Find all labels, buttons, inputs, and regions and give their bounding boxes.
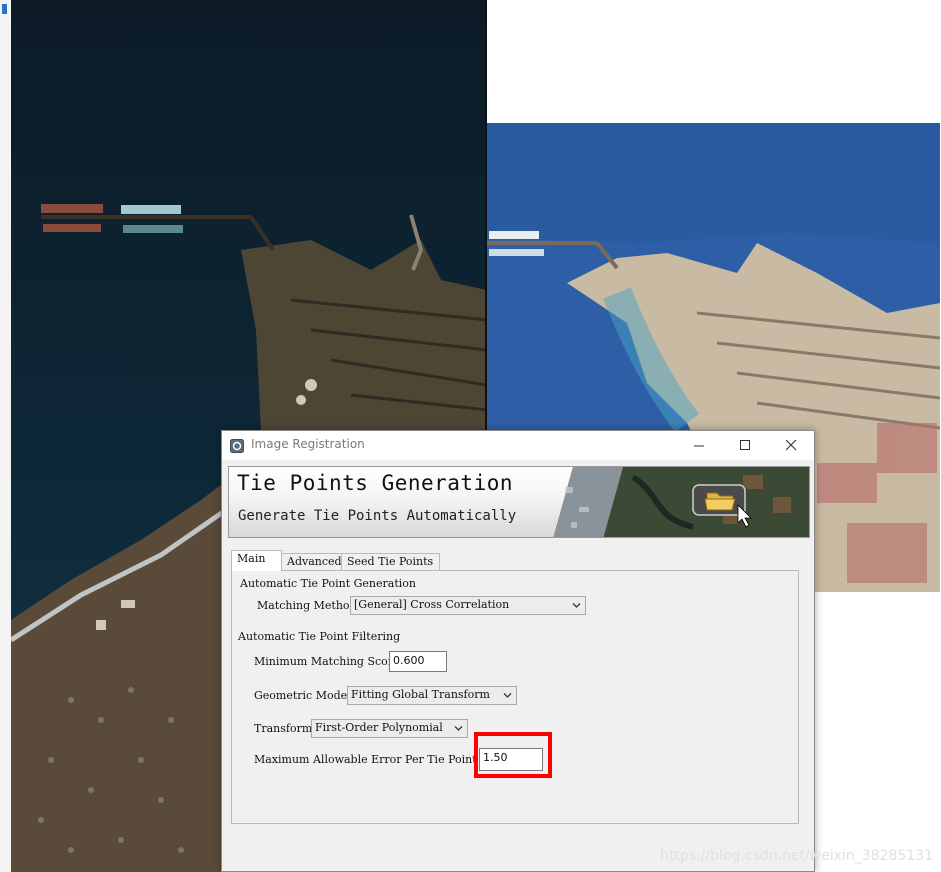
banner-map-thumbnail [553, 467, 809, 537]
max-error-label: Maximum Allowable Error Per Tie Point [254, 753, 477, 766]
app-icon [230, 438, 244, 453]
maximize-icon [739, 440, 750, 450]
close-icon [785, 440, 796, 451]
watermark: https://blog.csdn.net/weixin_38285131 [659, 848, 933, 864]
transform-value: First-Order Polynomial [315, 721, 443, 734]
chevron-down-icon [503, 693, 512, 698]
min-matching-score-input[interactable]: 0.600 [389, 651, 447, 672]
geometric-model-select[interactable]: Fitting Global Transform [347, 686, 517, 705]
main-tab-panel: Automatic Tie Point Generation Matching … [231, 570, 799, 824]
matching-method-label: Matching Method [257, 599, 357, 612]
minimize-icon [693, 445, 704, 447]
chevron-down-icon [454, 726, 463, 731]
geometric-model-value: Fitting Global Transform [351, 688, 490, 701]
maximize-button[interactable] [722, 431, 768, 460]
matching-method-select[interactable]: [General] Cross Correlation [350, 596, 586, 615]
minimize-button[interactable] [676, 431, 722, 460]
chevron-down-icon [572, 603, 581, 608]
banner-subheading: Generate Tie Points Automatically [238, 508, 517, 524]
filtering-section-heading: Automatic Tie Point Filtering [238, 630, 401, 643]
matching-method-value: [General] Cross Correlation [354, 598, 510, 611]
tab-main[interactable]: Main [231, 550, 282, 571]
red-highlight-box [474, 732, 552, 778]
header-banner: Tie Points Generation Generate Tie Point… [228, 466, 810, 538]
folder-icon [704, 492, 736, 511]
geometric-model-label: Geometric Model [254, 689, 351, 702]
transform-label: Transform [254, 722, 313, 735]
generation-section-heading: Automatic Tie Point Generation [240, 577, 416, 590]
close-button[interactable] [768, 431, 814, 460]
min-matching-score-label: Minimum Matching Score [254, 655, 400, 668]
title-bar[interactable]: Image Registration [222, 431, 814, 460]
window-title: Image Registration [251, 437, 365, 451]
selection-marker [2, 4, 7, 14]
tab-seed-tie-points[interactable]: Seed Tie Points [341, 553, 440, 570]
banner-heading: Tie Points Generation [237, 471, 514, 495]
transform-select[interactable]: First-Order Polynomial [311, 719, 468, 738]
image-registration-dialog: Image Registration Tie Points Generation… [221, 430, 815, 872]
tab-advanced[interactable]: Advanced [281, 553, 342, 570]
